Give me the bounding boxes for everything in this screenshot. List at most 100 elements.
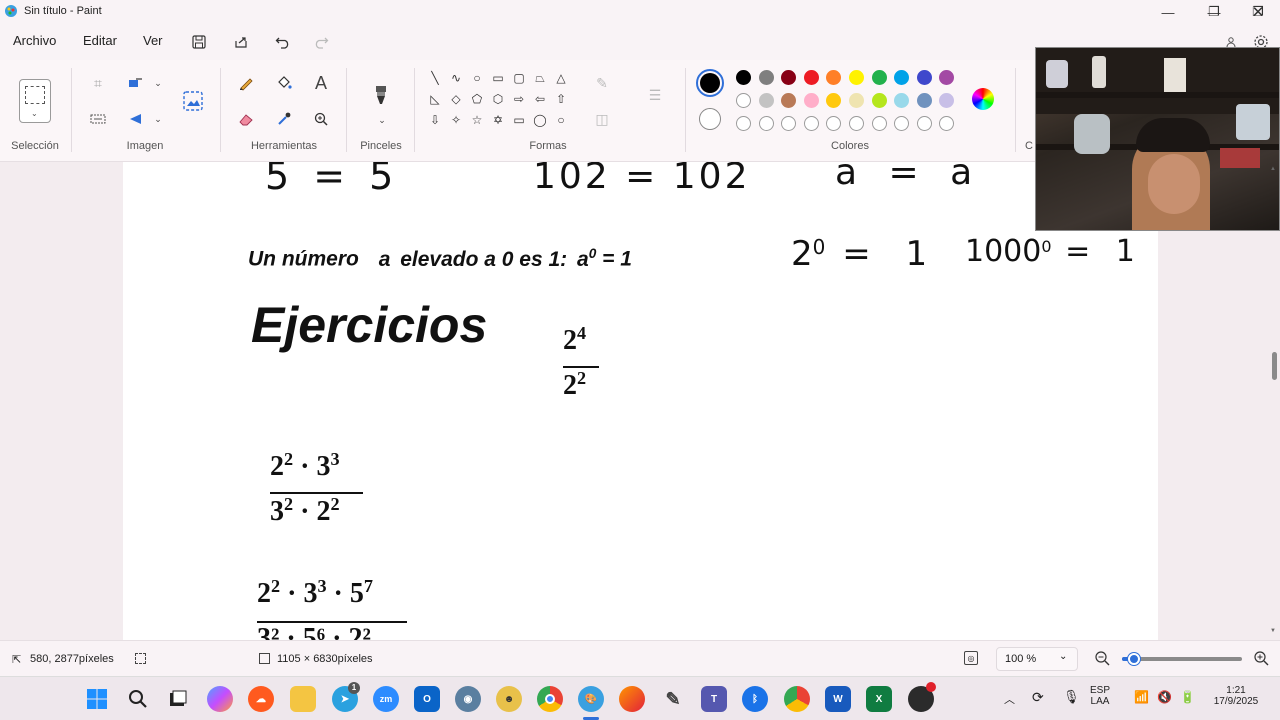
diamond-shape-icon[interactable]: ◇ [449, 92, 463, 106]
minimize-button[interactable]: — [1146, 0, 1190, 24]
color-swatch[interactable] [758, 93, 774, 108]
color-swatch[interactable] [916, 93, 932, 108]
clock[interactable]: 1:21 17/9/2025 [1206, 685, 1266, 707]
callout-rect-shape-icon[interactable]: ▭ [512, 113, 526, 127]
custom-color-slot[interactable] [758, 116, 774, 131]
pencil-icon[interactable] [236, 73, 256, 93]
rectangle-shape-icon[interactable]: ▭ [491, 71, 505, 85]
sync-icon[interactable]: ⟳ [1032, 689, 1044, 706]
word-icon[interactable]: W [825, 686, 851, 712]
paint-taskbar-icon[interactable]: 🎨 [578, 686, 604, 720]
feedback-icon[interactable]: ✎ [660, 686, 686, 712]
drawing-canvas[interactable]: 5 = 5 102 = 102 a = a Un número a elevad… [123, 162, 1158, 640]
arrow-down-shape-icon[interactable]: ⇩ [428, 113, 442, 127]
file-explorer-icon[interactable] [290, 686, 316, 712]
arrow-left-shape-icon[interactable]: ⇦ [533, 92, 547, 106]
scroll-down-icon[interactable]: ▼ [1270, 628, 1276, 634]
crop-icon[interactable]: ⌗ [88, 73, 108, 93]
custom-color-slot[interactable] [849, 116, 864, 131]
arrow-right-shape-icon[interactable]: ⇨ [512, 92, 526, 106]
triangle-shape-icon[interactable]: △ [554, 71, 568, 85]
zoom-in-icon[interactable] [1253, 650, 1269, 671]
volume-muted-icon[interactable]: 🔇 [1157, 690, 1172, 704]
canvas-workspace[interactable]: 5 = 5 102 = 102 a = a Un número a elevad… [0, 162, 1280, 640]
custom-color-slot[interactable] [871, 116, 887, 131]
copilot-icon[interactable] [207, 686, 233, 712]
bluetooth-icon[interactable]: ᛒ [742, 686, 768, 712]
app-character-icon[interactable]: ☻ [496, 686, 522, 712]
custom-color-slot[interactable] [894, 116, 910, 131]
soundcloud-icon[interactable]: ☁ [248, 686, 274, 712]
color-swatch[interactable] [894, 70, 910, 85]
callout-cloud-shape-icon[interactable]: ○ [554, 113, 568, 127]
hexagon-shape-icon[interactable]: ⬡ [491, 92, 505, 106]
undo-icon[interactable] [272, 31, 294, 53]
battery-icon[interactable]: 🔋 [1180, 690, 1195, 704]
color-swatch[interactable] [826, 70, 842, 85]
image-background-icon[interactable] [181, 89, 205, 113]
color-swatch[interactable] [736, 70, 751, 85]
primary-color-selector[interactable] [696, 69, 724, 97]
custom-color-slot[interactable] [939, 116, 955, 131]
star-four-shape-icon[interactable]: ✧ [449, 113, 463, 127]
microphone-icon[interactable]: 🎙 [1063, 689, 1080, 705]
rotate-icon[interactable] [126, 109, 146, 129]
magnifier-icon[interactable] [311, 109, 331, 129]
color-picker-icon[interactable] [274, 109, 294, 129]
text-tool-button[interactable]: A [311, 73, 331, 93]
excel-icon[interactable]: X [866, 686, 892, 712]
scroll-thumb[interactable] [1272, 352, 1277, 380]
language-indicator[interactable]: ESP LAA [1090, 685, 1110, 707]
color-swatch[interactable] [781, 93, 797, 108]
select-tool-button[interactable]: ⌄ [19, 79, 51, 123]
chevron-down-icon[interactable]: ⌄ [148, 73, 168, 93]
polygon-shape-icon[interactable]: ⏢ [533, 71, 547, 85]
oval-shape-icon[interactable]: ○ [470, 71, 484, 85]
color-swatch[interactable] [803, 70, 819, 85]
scroll-up-icon[interactable]: ▲ [1270, 166, 1276, 172]
menu-view[interactable]: Ver [143, 33, 163, 48]
obs-record-icon[interactable] [908, 682, 936, 712]
chrome-icon[interactable] [537, 686, 563, 712]
chrome-profile-icon[interactable] [784, 686, 810, 712]
color-swatch[interactable] [736, 93, 751, 108]
wifi-icon[interactable]: 📶 [1134, 690, 1149, 704]
close-button[interactable]: ✕ [1236, 0, 1280, 24]
network-globe-icon[interactable]: ◉ [455, 686, 481, 712]
custom-color-slot[interactable] [803, 116, 819, 131]
fit-to-window-icon[interactable]: ◎ [964, 651, 978, 665]
right-triangle-shape-icon[interactable]: ◺ [428, 92, 442, 106]
menu-edit[interactable]: Editar [83, 33, 117, 48]
telegram-icon[interactable]: ➤ 1 [332, 682, 360, 712]
redo-icon[interactable] [310, 31, 332, 53]
star-six-shape-icon[interactable]: ✡ [491, 113, 505, 127]
color-swatch[interactable] [939, 70, 955, 85]
search-icon[interactable] [125, 686, 151, 712]
outlook-icon[interactable]: O [414, 686, 440, 712]
zoom-slider[interactable] [1122, 653, 1242, 665]
brush-icon[interactable] [370, 82, 392, 108]
eraser-icon[interactable] [236, 109, 256, 129]
start-windows-icon[interactable] [84, 686, 110, 712]
color-swatch[interactable] [894, 93, 910, 108]
custom-color-slot[interactable] [916, 116, 932, 131]
zoom-out-icon[interactable] [1094, 650, 1110, 671]
firefox-icon[interactable] [619, 686, 645, 712]
zoom-select[interactable]: 100 % ⌄ [996, 647, 1078, 671]
color-swatch[interactable] [758, 70, 774, 85]
secondary-color-swatch[interactable] [699, 108, 721, 130]
save-icon[interactable] [188, 31, 210, 53]
chevron-down-icon[interactable]: ⌄ [148, 109, 168, 129]
maximize-button[interactable]: ❐ [1192, 0, 1236, 24]
fill-bucket-icon[interactable] [274, 73, 294, 93]
custom-color-slot[interactable] [781, 116, 797, 131]
menu-file[interactable]: Archivo [13, 33, 56, 48]
color-swatch[interactable] [781, 70, 797, 85]
flip-icon[interactable] [88, 109, 108, 129]
star-five-shape-icon[interactable]: ☆ [470, 113, 484, 127]
zoom-app-icon[interactable]: zm [373, 686, 399, 712]
callout-oval-shape-icon[interactable]: ◯ [533, 113, 547, 127]
color-swatch[interactable] [826, 93, 842, 108]
zoom-slider-thumb[interactable] [1128, 653, 1140, 665]
color-swatch[interactable] [849, 93, 864, 108]
